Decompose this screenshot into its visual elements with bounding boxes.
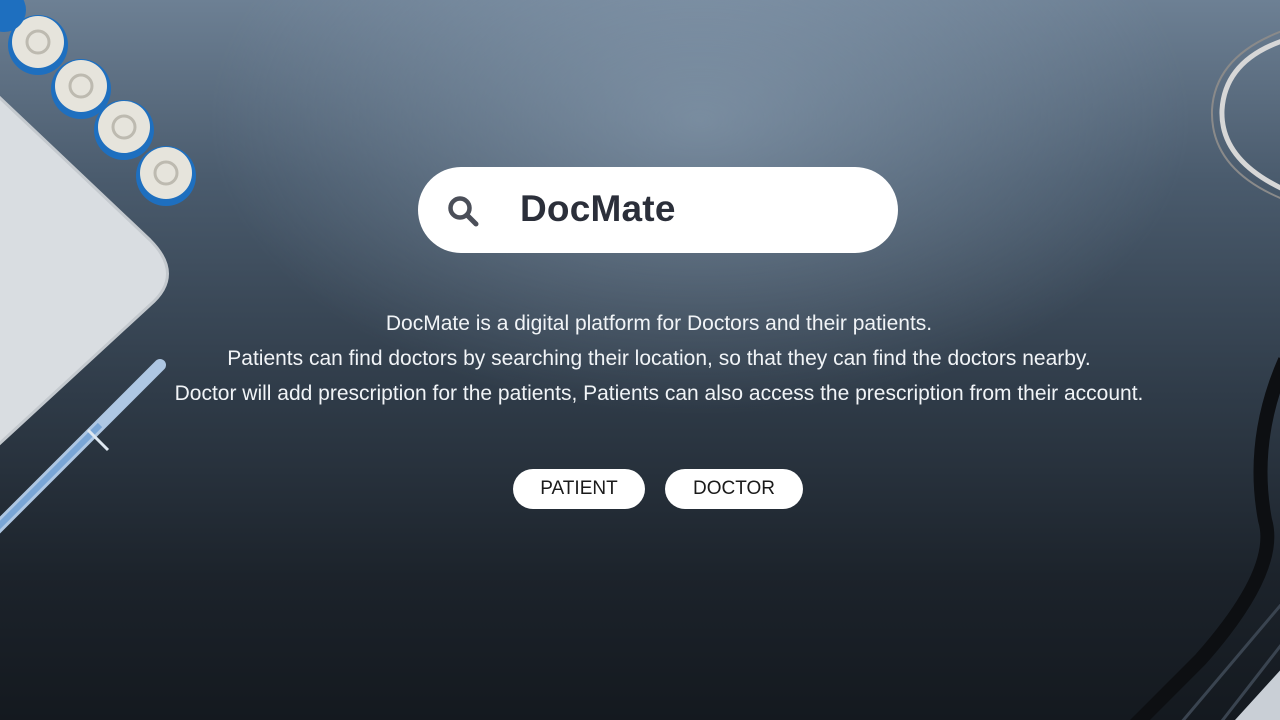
vials xyxy=(0,0,196,206)
description-line: DocMate is a digital platform for Doctor… xyxy=(385,312,933,335)
laptop-shape xyxy=(0,95,169,446)
description-line: Patients can find doctors by searching t… xyxy=(227,347,1091,370)
patient-button[interactable]: PATIENT xyxy=(513,469,645,509)
brand-title: DocMate xyxy=(520,188,676,229)
description: DocMate is a digital platform for Doctor… xyxy=(0,306,1280,411)
doctor-button[interactable]: DOCTOR xyxy=(665,469,803,509)
search-icon[interactable] xyxy=(446,194,480,228)
description-line: Doctor will add prescription for the pat… xyxy=(174,382,1144,405)
